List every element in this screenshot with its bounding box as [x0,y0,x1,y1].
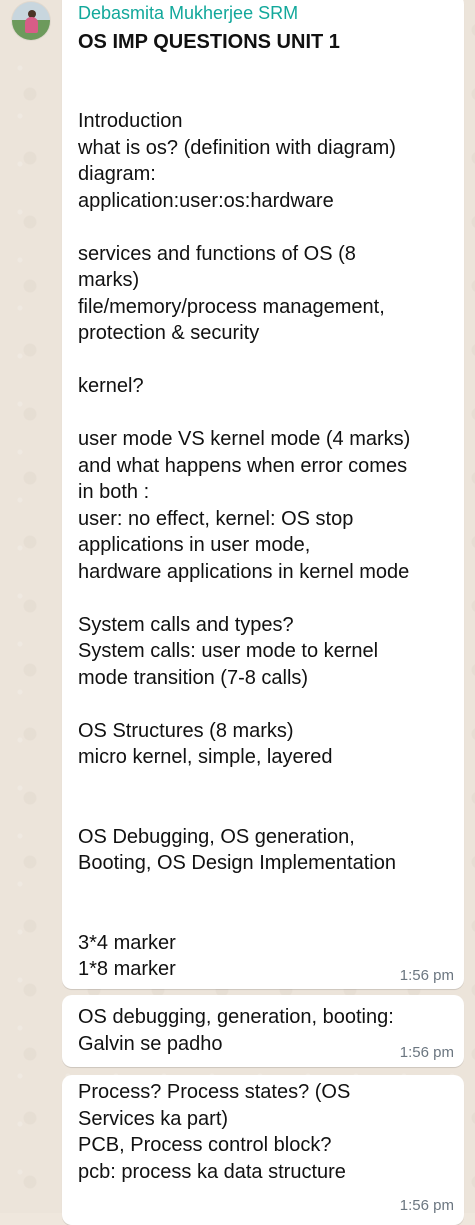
avatar-person-body [25,17,38,33]
message-time: 1:56 pm [399,1044,454,1061]
message-text: Introduction what is os? (definition wit… [78,110,411,980]
message-bubble[interactable]: Process? Process states? (OS Services ka… [62,1075,464,1225]
message-time: 1:56 pm [399,1197,454,1214]
sender-avatar[interactable] [12,2,50,40]
message-bubble[interactable]: Debasmita Mukherjee SRM OS IMP QUESTIONS… [62,0,464,989]
message-bubble[interactable]: OS debugging, generation, booting: Galvi… [62,995,464,1067]
message-text: Process? Process states? (OS Services ka… [78,1081,351,1183]
message-heading: OS IMP QUESTIONS UNIT 1 [78,31,340,53]
sender-name[interactable]: Debasmita Mukherjee SRM [78,2,298,24]
message-time: 1:56 pm [399,967,454,984]
